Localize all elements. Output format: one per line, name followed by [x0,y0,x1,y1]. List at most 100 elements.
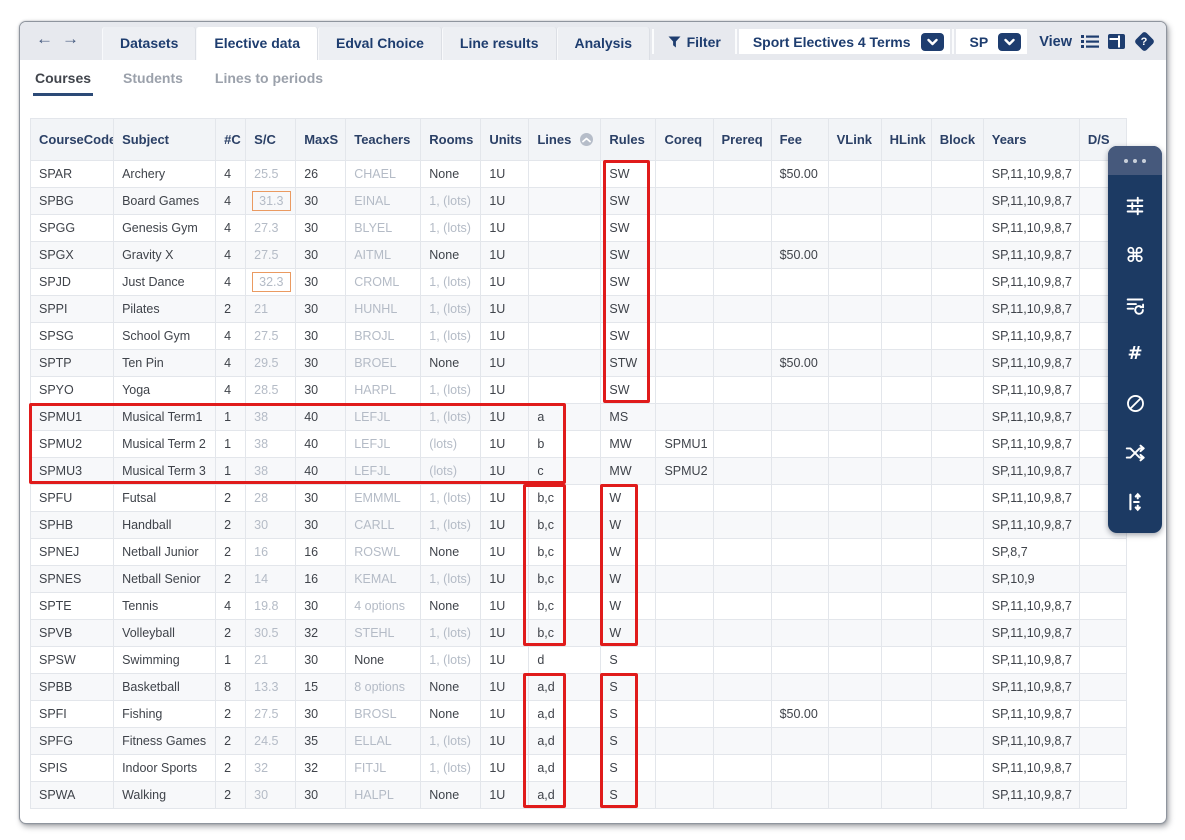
cell-fee[interactable] [770,295,829,323]
cell-vlink[interactable] [827,727,882,755]
cell-teachers[interactable]: LEFJL [345,403,422,431]
cell-coreq[interactable] [655,646,714,674]
cell-subject[interactable]: Netball Senior [113,565,217,593]
cell-s_c[interactable]: 31.3 [245,187,297,215]
cell-course_code[interactable]: SPPI [29,295,115,323]
cell-rooms[interactable]: 1, (lots) [420,511,482,539]
cell-teachers[interactable]: FITJL [345,754,422,782]
cell-units[interactable]: 1U [480,349,530,377]
cell-rules[interactable]: W [600,619,657,647]
cell-fee[interactable]: $50.00 [770,241,829,269]
cell-fee[interactable] [770,592,829,620]
cell-teachers[interactable]: EMMML [345,484,422,512]
cell-years[interactable]: SP,11,10,9,8,7 [982,187,1080,215]
cell-rooms[interactable]: 1, (lots) [420,214,482,242]
column-header-s_c[interactable]: S/C [245,118,297,161]
cell-lines[interactable] [528,214,602,242]
reorder-list-icon[interactable] [1122,292,1148,318]
cell-block[interactable] [930,565,984,593]
cell-num_classes[interactable]: 4 [215,592,247,620]
cell-prereq[interactable] [712,754,772,782]
cell-rules[interactable]: SW [600,187,657,215]
cell-max_s[interactable]: 15 [295,673,347,701]
cell-units[interactable]: 1U [480,673,530,701]
cell-units[interactable]: 1U [480,754,530,782]
cell-course_code[interactable]: SPJD [29,268,115,296]
cell-num_classes[interactable]: 4 [215,187,247,215]
cell-coreq[interactable] [655,538,714,566]
cell-coreq[interactable] [655,484,714,512]
cell-fee[interactable] [770,457,829,485]
cell-s_c[interactable]: 14 [245,565,297,593]
cell-lines[interactable] [528,268,602,296]
cell-vlink[interactable] [827,646,882,674]
cell-subject[interactable]: Musical Term 3 [113,457,217,485]
cell-lines[interactable]: b,c [528,592,602,620]
column-header-course_code[interactable]: CourseCode [29,118,115,161]
scope-dropdown[interactable]: SP [955,29,1028,54]
cell-years[interactable]: SP,11,10,9,8,7 [982,700,1080,728]
cell-hlink[interactable] [880,160,932,188]
cell-num_classes[interactable]: 2 [215,727,247,755]
cell-vlink[interactable] [827,187,882,215]
cell-hlink[interactable] [880,781,932,809]
subtab-courses[interactable]: Courses [32,60,94,98]
cell-prereq[interactable] [712,403,772,431]
cell-vlink[interactable] [827,700,882,728]
cell-prereq[interactable] [712,295,772,323]
cell-rules[interactable]: S [600,727,657,755]
cell-teachers[interactable]: EINAL [345,187,422,215]
cell-s_c[interactable]: 32.3 [245,268,297,296]
cell-s_c[interactable]: 25.5 [245,160,297,188]
cell-course_code[interactable]: SPGX [29,241,115,269]
cell-vlink[interactable] [827,592,882,620]
cell-vlink[interactable] [827,511,882,539]
cell-hlink[interactable] [880,511,932,539]
cell-block[interactable] [930,646,984,674]
cell-rooms[interactable]: 1, (lots) [420,187,482,215]
sort-up-icon[interactable] [580,133,594,146]
cell-units[interactable]: 1U [480,430,530,458]
cell-subject[interactable]: Fitness Games [113,727,217,755]
cell-units[interactable]: 1U [480,403,530,431]
cell-num_classes[interactable]: 2 [215,619,247,647]
cell-s_c[interactable]: 24.5 [245,727,297,755]
cell-years[interactable]: SP,11,10,9,8,7 [982,430,1080,458]
cell-coreq[interactable] [655,376,714,404]
cell-units[interactable]: 1U [480,700,530,728]
cell-rooms[interactable]: None [420,538,482,566]
column-header-years[interactable]: Years [982,118,1080,161]
cell-s_c[interactable]: 38 [245,430,297,458]
cell-subject[interactable]: Netball Junior [113,538,217,566]
cell-rules[interactable]: S [600,781,657,809]
cell-subject[interactable]: Futsal [113,484,217,512]
cell-prereq[interactable] [712,700,772,728]
cell-teachers[interactable]: LEFJL [345,430,422,458]
cell-prereq[interactable] [712,241,772,269]
cell-years[interactable]: SP,11,10,9,8,7 [982,457,1080,485]
cell-block[interactable] [930,457,984,485]
column-header-rooms[interactable]: Rooms [420,118,482,161]
cell-block[interactable] [930,241,984,269]
cell-rooms[interactable]: None [420,241,482,269]
cell-num_classes[interactable]: 4 [215,214,247,242]
cell-units[interactable]: 1U [480,376,530,404]
tab-edval-choice[interactable]: Edval Choice [317,27,442,60]
cell-hlink[interactable] [880,376,932,404]
back-arrow-icon[interactable]: ← [36,29,62,48]
cell-rooms[interactable]: 1, (lots) [420,565,482,593]
cell-rooms[interactable]: 1, (lots) [420,295,482,323]
cell-rooms[interactable]: None [420,700,482,728]
cell-num_classes[interactable]: 2 [215,511,247,539]
cell-course_code[interactable]: SPGG [29,214,115,242]
cell-s_c[interactable]: 21 [245,295,297,323]
cell-fee[interactable] [770,322,829,350]
cell-years[interactable]: SP,10,9 [982,565,1080,593]
cell-num_classes[interactable]: 1 [215,646,247,674]
cell-max_s[interactable]: 16 [295,538,347,566]
cell-block[interactable] [930,430,984,458]
cell-vlink[interactable] [827,619,882,647]
cell-d_s[interactable] [1078,619,1128,647]
cell-lines[interactable]: a,d [528,700,602,728]
cell-hlink[interactable] [880,673,932,701]
